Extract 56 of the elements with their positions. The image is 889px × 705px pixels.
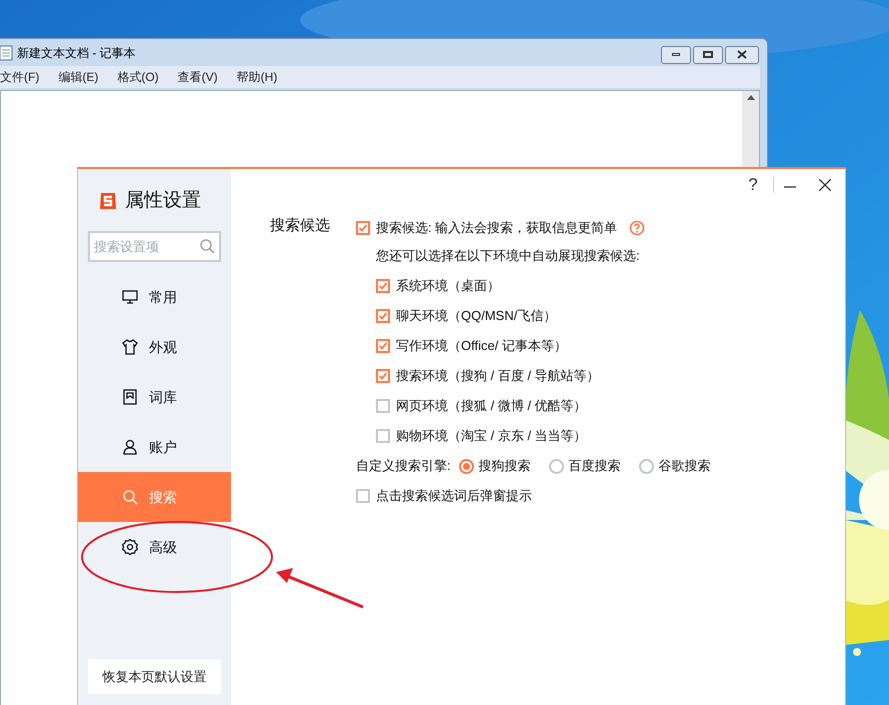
section-label: 搜索候选 <box>270 216 331 236</box>
radio-label: 谷歌搜索 <box>658 457 711 476</box>
hint-text: 您还可以选择在以下环境中自动展现搜索候选: <box>376 247 641 266</box>
nav-item[interactable]: 常用 <box>78 272 231 322</box>
close-button[interactable] <box>725 46 759 64</box>
logo-icon <box>98 191 118 211</box>
checkbox[interactable] <box>356 489 370 503</box>
menu-item[interactable]: 编辑(E) <box>58 68 98 86</box>
book-icon <box>121 388 139 406</box>
search-icon <box>199 238 215 254</box>
dialog-title: 属性设置 <box>125 188 201 213</box>
shirt-icon <box>121 338 139 356</box>
help-icon[interactable] <box>629 220 646 236</box>
nav-item[interactable]: 账户 <box>78 422 231 472</box>
radio-button[interactable] <box>458 458 474 474</box>
option-label: 点击搜索候选词后弹窗提示 <box>376 487 532 506</box>
option-label: 系统环境（桌面） <box>396 277 500 296</box>
option-label: 搜索候选: 输入法会搜索，获取信息更简单 <box>376 219 618 238</box>
menu-item[interactable]: 文件(F) <box>0 68 40 86</box>
settings-icon <box>121 538 139 556</box>
option-label: 写作环境（Office/ 记事本等） <box>396 337 567 356</box>
menu-item[interactable]: 查看(V) <box>178 68 218 86</box>
restore-defaults-button[interactable]: 恢复本页默认设置 <box>88 659 221 694</box>
search-field[interactable]: 搜索设置项 <box>88 231 221 262</box>
nav-item[interactable]: 外观 <box>78 322 231 372</box>
nav-item[interactable]: 高级 <box>78 522 231 572</box>
menu-item[interactable]: 格式(O) <box>117 68 159 86</box>
radio-label: 百度搜索 <box>568 457 621 476</box>
help-button[interactable]: ? <box>743 172 763 198</box>
checkbox[interactable] <box>376 399 390 413</box>
checkbox[interactable] <box>376 369 390 383</box>
search-icon <box>121 488 139 506</box>
checkbox[interactable] <box>356 221 370 235</box>
checkbox[interactable] <box>376 279 390 293</box>
radio-button[interactable] <box>638 458 654 474</box>
option-label: 搜索环境（搜狗 / 百度 / 导航站等） <box>396 367 600 386</box>
notepad-icon <box>0 44 13 60</box>
checkbox[interactable] <box>376 309 390 323</box>
engine-label: 自定义搜索引擎: <box>356 457 451 476</box>
scroll-up-icon[interactable] <box>746 95 754 100</box>
menu-item[interactable]: 帮助(H) <box>236 68 278 86</box>
close-icon <box>737 50 747 59</box>
radio-label: 搜狗搜索 <box>478 457 531 476</box>
minimize-button[interactable] <box>661 46 691 64</box>
nav-item[interactable]: 词库 <box>78 372 231 422</box>
option-label: 聊天环境（QQ/MSN/飞信） <box>396 307 556 326</box>
radio-button[interactable] <box>548 458 564 474</box>
option-label: 购物环境（淘宝 / 京东 / 当当等） <box>396 427 587 446</box>
checkbox[interactable] <box>376 429 390 443</box>
checkbox[interactable] <box>376 339 390 353</box>
maximize-button[interactable] <box>693 46 723 64</box>
monitor-icon <box>121 288 139 306</box>
option-label: 网页环境（搜狐 / 微博 / 优酷等） <box>396 397 587 416</box>
window-title: 新建文本文档 - 记事本 <box>17 44 136 62</box>
close-icon[interactable] <box>819 179 831 191</box>
user-icon <box>121 438 139 456</box>
